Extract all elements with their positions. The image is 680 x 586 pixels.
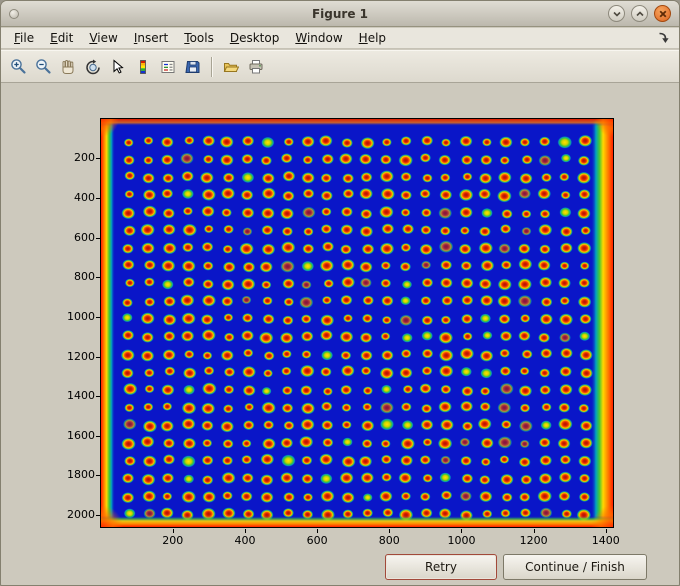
rotate-3d-icon: [86, 59, 100, 74]
y-tick-label: 1400: [67, 389, 95, 403]
close-icon: [659, 10, 666, 17]
window-menu-icon[interactable]: [9, 8, 19, 19]
plot-axes[interactable]: [100, 118, 614, 528]
x-tick-label: 800: [378, 534, 400, 547]
y-tick-label: 800: [74, 270, 95, 284]
y-tick-mark: [96, 435, 100, 437]
save-button[interactable]: [181, 55, 205, 79]
y-tick-label: 1800: [67, 468, 95, 482]
y-tick-label: 1200: [67, 349, 95, 363]
figure-toolbar: [1, 50, 679, 83]
x-tick-mark: [172, 529, 174, 533]
y-tick-mark: [96, 316, 100, 318]
menu-tools[interactable]: Tools: [176, 29, 222, 47]
y-tick-label: 400: [74, 191, 95, 205]
open-folder-icon: [223, 62, 239, 72]
maximize-button[interactable]: [631, 5, 648, 22]
continue-finish-button[interactable]: Continue / Finish: [503, 554, 647, 580]
x-tick-mark: [605, 529, 607, 533]
y-tick-label: 600: [74, 230, 95, 244]
menu-insert[interactable]: Insert: [126, 29, 176, 47]
y-tick-mark: [96, 277, 100, 279]
y-tick-mark: [96, 356, 100, 358]
y-tick-label: 1600: [67, 428, 95, 442]
print-icon: [249, 59, 263, 73]
y-tick-label: 2000: [67, 508, 95, 522]
retry-button[interactable]: Retry: [385, 554, 497, 580]
chevron-down-icon: [612, 11, 621, 17]
y-tick-label: 1000: [67, 309, 95, 323]
titlebar[interactable]: Figure 1: [1, 1, 679, 27]
figure-canvas-area: Retry Continue / Finish 200 400 600 800 1000…: [1, 84, 679, 585]
x-tick-mark: [317, 529, 319, 533]
zoom-out-icon: [35, 59, 51, 74]
y-tick-mark: [96, 158, 100, 160]
open-button[interactable]: [219, 55, 243, 79]
y-tick-mark: [96, 396, 100, 398]
menu-window[interactable]: Window: [287, 29, 350, 47]
zoom-in-icon: [10, 59, 26, 74]
colorbar-icon: [140, 59, 146, 74]
y-tick-mark: [96, 475, 100, 477]
zoom-in-button[interactable]: [6, 55, 30, 79]
microarray-image[interactable]: [101, 119, 613, 527]
print-button[interactable]: [244, 55, 268, 79]
dock-figure-icon[interactable]: [657, 31, 671, 45]
minimize-button[interactable]: [608, 5, 625, 22]
menubar: File Edit View Insert Tools Desktop Wind…: [1, 28, 679, 49]
x-tick-mark: [389, 529, 391, 533]
menu-help[interactable]: Help: [351, 29, 394, 47]
pan-button[interactable]: [56, 55, 80, 79]
y-tick-mark: [96, 198, 100, 200]
window-title: Figure 1: [311, 6, 369, 21]
insert-legend-button[interactable]: [156, 55, 180, 79]
y-tick-mark: [96, 237, 100, 239]
legend-icon: [161, 60, 175, 73]
toolbar-separator: [211, 56, 213, 77]
x-tick-label: 1400: [591, 534, 620, 547]
x-tick-label: 1000: [447, 534, 476, 547]
x-tick-mark: [461, 529, 463, 533]
menu-view[interactable]: View: [81, 29, 125, 47]
menu-desktop[interactable]: Desktop: [222, 29, 288, 47]
x-tick-mark: [533, 529, 535, 533]
chevron-up-icon: [635, 10, 644, 16]
menu-file[interactable]: File: [6, 29, 42, 47]
figure-window: Figure 1 File Edit View Insert Tools Des…: [0, 0, 680, 586]
x-tick-mark: [244, 529, 246, 533]
x-tick-label: 600: [306, 534, 328, 547]
menu-edit[interactable]: Edit: [42, 29, 81, 47]
x-tick-label: 200: [162, 534, 184, 547]
pan-hand-icon: [62, 59, 74, 74]
data-cursor-icon: [113, 58, 124, 74]
zoom-out-button[interactable]: [31, 55, 55, 79]
close-button[interactable]: [654, 5, 671, 22]
y-tick-label: 200: [74, 151, 95, 165]
x-tick-label: 1200: [519, 534, 548, 547]
insert-colorbar-button[interactable]: [131, 55, 155, 79]
data-cursor-button[interactable]: [106, 55, 130, 79]
y-tick-mark: [96, 515, 100, 517]
save-icon: [185, 60, 200, 73]
x-tick-label: 400: [234, 534, 256, 547]
rotate-3d-button[interactable]: [81, 55, 105, 79]
